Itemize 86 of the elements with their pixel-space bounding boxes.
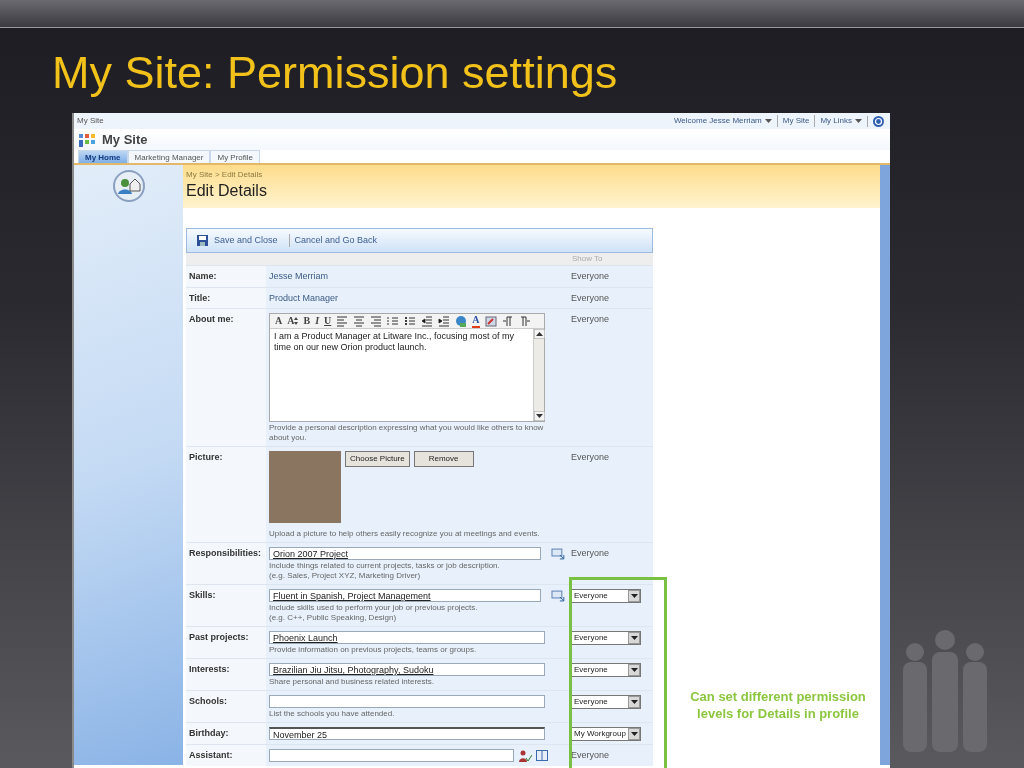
- numbered-list-icon[interactable]: [387, 315, 400, 327]
- column-header: Show To: [572, 253, 604, 265]
- field-hint: Include skills used to perform your job or previous projects. (e.g. C++, Public Speaking, Design): [269, 603, 479, 623]
- field-hint: Provide a personal description expressing what you would like others to know about you.: [269, 423, 545, 443]
- field-label: Assistant:: [186, 745, 266, 766]
- font-button[interactable]: A: [275, 315, 283, 327]
- visibility-dropdown[interactable]: Everyone: [571, 631, 641, 645]
- field-hint: Provide information on previous projects, teams or groups.: [269, 645, 478, 655]
- remove-button[interactable]: Remove: [413, 451, 474, 467]
- align-right-icon[interactable]: [370, 315, 383, 327]
- cancel-link[interactable]: Cancel and Go Back: [288, 233, 378, 248]
- visibility-text: Everyone: [571, 314, 610, 324]
- underline-button[interactable]: U: [324, 315, 332, 327]
- site-label: My Site: [77, 115, 104, 127]
- caret-icon: [630, 594, 638, 598]
- input-field[interactable]: Brazilian Jiu Jitsu, Photography, Sudoku: [269, 663, 545, 676]
- field-hint: Upload a picture to help others easily recognize you at meetings and events.: [269, 529, 541, 539]
- indent-icon[interactable]: [438, 315, 451, 327]
- breadcrumb: My Site > Edit Details: [186, 169, 264, 181]
- visibility-text: Everyone: [571, 548, 610, 558]
- field-label: Title:: [186, 287, 266, 308]
- caret-icon: [630, 636, 638, 640]
- slide-title: My Site: Permission settings: [52, 46, 619, 100]
- input-field[interactable]: November 25: [269, 727, 545, 740]
- rtl-icon[interactable]: [518, 315, 531, 327]
- italic-button[interactable]: I: [315, 315, 320, 327]
- visibility-dropdown[interactable]: Everyone: [571, 663, 641, 677]
- visibility-text: Everyone: [571, 292, 610, 303]
- field-hint: Include things related to current projects, tasks or job description. (e.g. Sales, Project XYZ, Marketing Driver): [269, 561, 501, 581]
- visibility-dropdown[interactable]: Everyone: [571, 589, 641, 603]
- caret-icon: [630, 668, 638, 672]
- help-icon[interactable]: [873, 115, 884, 127]
- align-left-icon[interactable]: [336, 315, 349, 327]
- input-field[interactable]: [269, 695, 545, 708]
- menu-link[interactable]: Welcome Jesse Merriam: [673, 115, 762, 127]
- outdent-icon[interactable]: [421, 315, 434, 327]
- font-size-button[interactable]: A: [287, 315, 299, 327]
- browse-list-icon: [551, 547, 565, 560]
- field-label: Picture:: [186, 447, 266, 542]
- input-field[interactable]: [269, 749, 514, 762]
- callout-text: Can set different permission levels for Details in profile: [689, 688, 867, 722]
- field-label: Responsibilities:: [186, 543, 266, 584]
- visibility-text: Everyone: [571, 271, 610, 281]
- field-value: Product Manager: [269, 292, 339, 303]
- field-label: Past projects:: [186, 627, 266, 658]
- site-logo-icon: [78, 131, 98, 148]
- input-field[interactable]: Phoenix Launch: [269, 631, 545, 644]
- highlight-icon[interactable]: [484, 315, 497, 327]
- bullet-list-icon[interactable]: [404, 315, 417, 327]
- field-value: Jesse Merriam: [269, 271, 328, 281]
- visibility-dropdown[interactable]: Everyone: [571, 695, 641, 709]
- link-icon[interactable]: [455, 315, 468, 327]
- choose-picture-button[interactable]: Choose Picture: [345, 451, 410, 467]
- site-title: My Site: [102, 130, 148, 149]
- save-link[interactable]: Save and Close: [214, 233, 278, 248]
- tab[interactable]: Marketing Manager: [127, 150, 211, 163]
- field-label: About me:: [186, 309, 266, 446]
- bold-button[interactable]: B: [303, 315, 311, 327]
- people-home-icon: [111, 169, 146, 203]
- visibility-dropdown[interactable]: My Workgroup: [571, 727, 641, 741]
- tab[interactable]: My Home: [78, 150, 128, 163]
- field-label: Interests:: [186, 659, 266, 690]
- input-field[interactable]: Fluent in Spanish, Project Management: [269, 589, 542, 602]
- caret-icon: [630, 700, 638, 704]
- visibility-text: Everyone: [571, 452, 610, 462]
- save-icon: [197, 235, 208, 246]
- caret-icon: [630, 732, 638, 736]
- photo-placeholder: [269, 451, 341, 523]
- size-arrows-icon: [294, 317, 299, 325]
- nav-link[interactable]: My Site: [776, 115, 810, 127]
- field-label: Schools:: [186, 691, 266, 722]
- page-title: Edit Details: [186, 181, 268, 201]
- field-hint: Share personal and business related interests.: [269, 677, 435, 687]
- address-book-icon: [536, 750, 548, 761]
- menu-link[interactable]: My Links: [814, 115, 852, 127]
- field-label: Birthday:: [186, 723, 266, 744]
- field-label: Name:: [186, 266, 266, 287]
- field-hint: List the schools you have attended.: [269, 709, 396, 719]
- input-field[interactable]: Orion 2007 Project: [269, 547, 542, 560]
- field-label: Skills:: [186, 585, 266, 626]
- align-center-icon[interactable]: [353, 315, 366, 327]
- check-names-icon: [518, 749, 532, 762]
- visibility-text: Everyone: [571, 750, 610, 760]
- ltr-icon[interactable]: [501, 315, 514, 327]
- browse-list-icon: [551, 589, 565, 602]
- tab[interactable]: My Profile: [210, 150, 261, 163]
